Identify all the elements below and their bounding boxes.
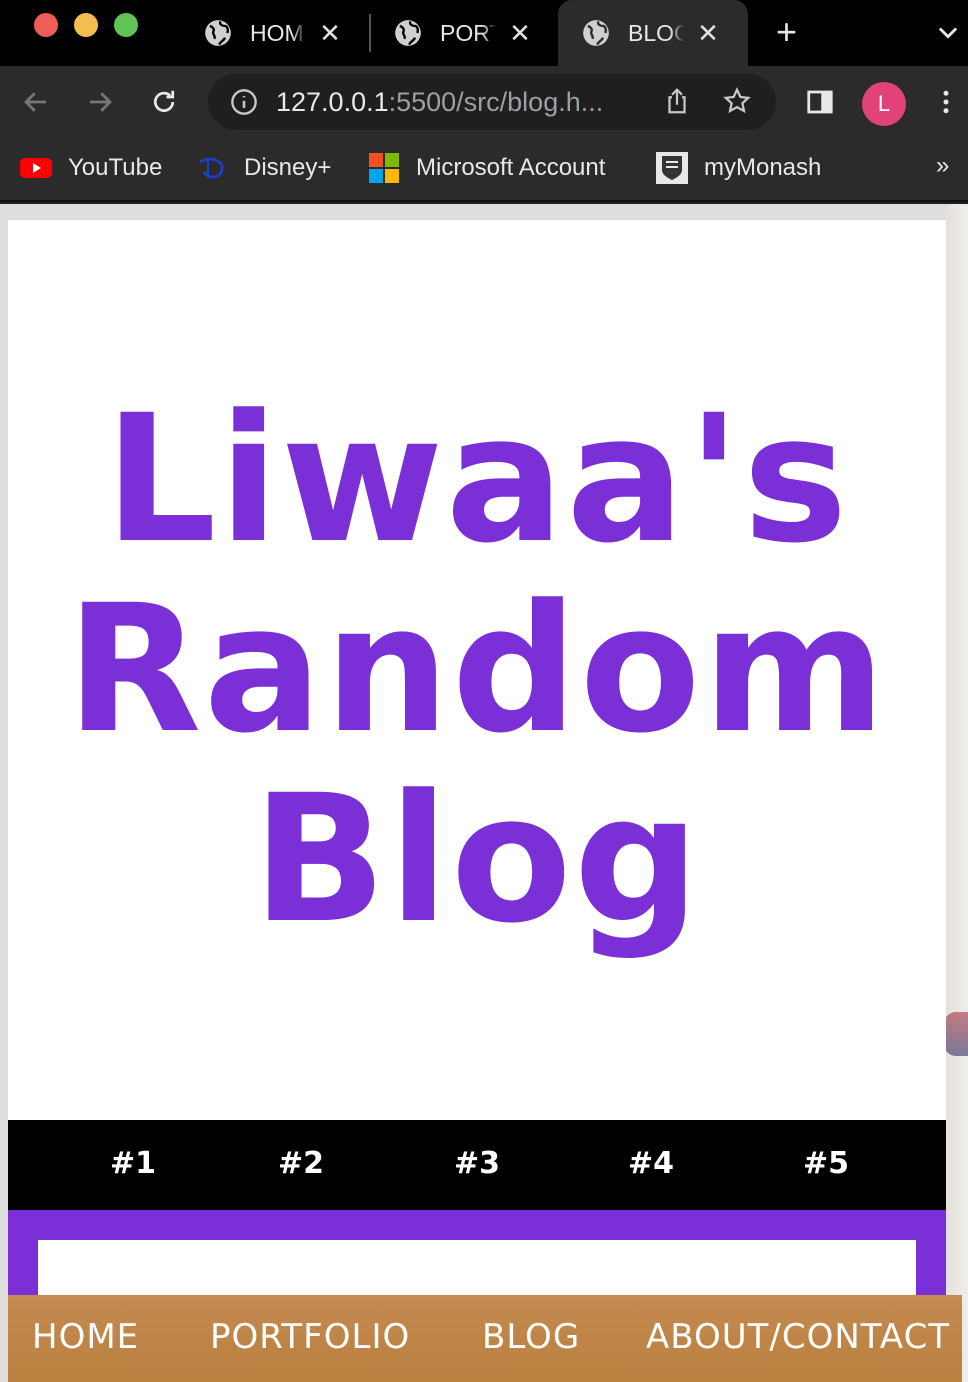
tab-home[interactable]: HOME ✕ [188,0,366,66]
nav-about-contact[interactable]: ABOUT/CONTACT [646,1317,950,1357]
nav-home[interactable]: HOME [32,1317,139,1357]
bookmark-label: Disney+ [244,154,332,181]
post-navigation: #1 #2 #3 #4 #5 [8,1120,946,1210]
title-line: Random [66,567,888,772]
nav-portfolio[interactable]: PORTFOLIO [210,1317,410,1357]
bookmark-disney[interactable]: Disney+ [196,150,331,186]
post-link-4[interactable]: #4 [628,1146,674,1181]
more-vert-icon [943,90,949,114]
url-path: :5500/src/blog.h... [388,87,604,117]
page-viewport: Liwaa's Random Blog #1 #2 #3 #4 #5 HOME … [0,204,968,1382]
globe-icon [205,20,231,46]
post-link-5[interactable]: #5 [803,1146,849,1181]
minimize-window-button[interactable] [74,13,98,37]
browser-menu-button[interactable] [926,82,966,122]
tab-separator [369,14,371,52]
bookmark-label: Microsoft Account [416,154,606,181]
microsoft-icon [368,152,400,184]
browser-tab-bar: HOME ✕ PORTFOLIO ✕ BLOG ✕ + [0,0,968,66]
url-text[interactable]: 127.0.0.1:5500/src/blog.h... [276,87,603,118]
close-window-button[interactable] [34,13,58,37]
reload-icon [153,90,175,112]
bookmarks-bar: YouTube Disney+ Microsoft Account myMona… [0,138,968,202]
bookmark-youtube[interactable]: YouTube [20,150,162,186]
globe-icon [395,20,421,46]
tab-portfolio[interactable]: PORTFOLIO ✕ [378,0,556,66]
browser-toolbar: 127.0.0.1:5500/src/blog.h... L [0,66,968,138]
globe-icon [583,20,609,46]
hero-section: Liwaa's Random Blog [8,220,946,1120]
post-link-2[interactable]: #2 [278,1146,324,1181]
forward-button[interactable] [80,82,120,122]
side-panel-button[interactable] [800,82,840,122]
tab-label: PORTFOLIO [440,19,496,46]
profile-avatar[interactable]: L [862,82,906,126]
page-title: Liwaa's Random Blog [66,385,888,955]
share-icon[interactable] [662,86,692,116]
address-bar[interactable]: 127.0.0.1:5500/src/blog.h... [208,74,776,130]
tab-blog[interactable]: BLOG ✕ [558,0,748,66]
chevron-down-icon[interactable] [934,18,962,46]
background-image-edge [944,1012,968,1056]
new-tab-button[interactable]: + [776,12,797,52]
close-icon[interactable]: ✕ [508,18,532,49]
close-icon[interactable]: ✕ [696,18,720,49]
close-icon[interactable]: ✕ [318,18,342,49]
side-panel-icon [807,90,833,114]
info-icon[interactable] [230,88,258,116]
arrow-left-icon [24,92,46,112]
post-link-3[interactable]: #3 [454,1146,500,1181]
arrow-right-icon [90,92,112,112]
tab-label: BLOG [628,19,684,46]
post-link-1[interactable]: #1 [110,1146,156,1181]
monash-icon [656,152,688,184]
bookmark-label: YouTube [68,154,163,181]
nav-blog[interactable]: BLOG [482,1317,580,1357]
tab-label: HOME [250,19,306,46]
back-button[interactable] [16,82,56,122]
disney-icon [196,152,228,184]
bookmarks-overflow-button[interactable]: » [936,152,949,180]
youtube-icon [20,152,52,184]
bookmark-label: myMonash [704,154,822,181]
main-navigation: HOME PORTFOLIO BLOG ABOUT/CONTACT [8,1295,962,1382]
bookmark-mymonash[interactable]: myMonash [656,150,821,186]
maximize-window-button[interactable] [114,13,138,37]
background-strip [946,204,968,1382]
star-icon[interactable] [722,86,752,116]
url-host: 127.0.0.1 [276,87,389,117]
title-line: Liwaa's [104,377,850,582]
reload-button[interactable] [144,82,184,122]
bookmark-microsoft[interactable]: Microsoft Account [368,150,605,186]
title-line: Blog [252,757,702,962]
